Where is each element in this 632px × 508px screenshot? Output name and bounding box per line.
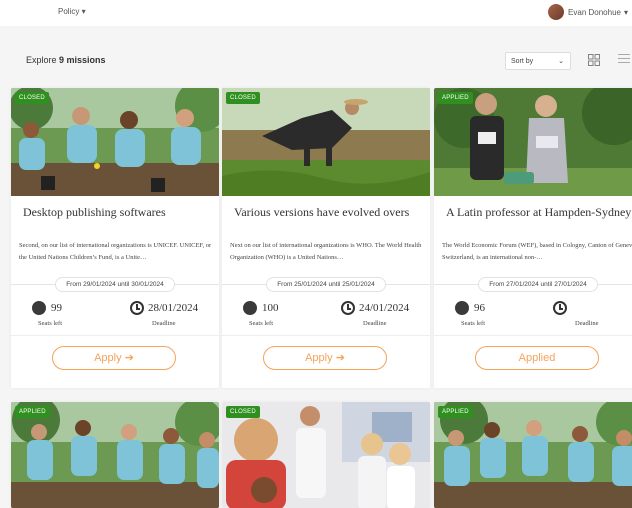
deadline-date: 28/01/2024 — [148, 302, 199, 314]
seats-label: Seats left — [38, 320, 63, 327]
sort-label: Sort by — [511, 58, 534, 65]
arrow-right-icon: ➔ — [124, 352, 134, 364]
date-range: From 25/01/2024 until 25/01/2024 — [266, 277, 386, 292]
mission-card[interactable]: CLOSED Various versions have evolved ove… — [222, 88, 430, 388]
apply-label: Apply — [305, 352, 333, 364]
mission-title[interactable]: Various versions have evolved overs — [234, 205, 424, 220]
policy-label: Policy — [58, 7, 80, 16]
sort-select[interactable]: Sort by ⌄ — [505, 52, 571, 70]
seats-label: Seats left — [461, 320, 486, 327]
seats-count: 99 — [51, 302, 62, 314]
applied-button[interactable]: Applied — [475, 346, 599, 370]
user-icon — [455, 301, 469, 315]
mission-description: The World Economic Forum (WEF), based in… — [442, 242, 632, 261]
mission-description: Next on our list of international organi… — [230, 242, 422, 261]
date-range: From 29/01/2024 until 30/01/2024 — [55, 277, 175, 292]
avatar[interactable] — [548, 4, 565, 20]
mission-title[interactable]: A Latin professor at Hampden-Sydney — [446, 205, 632, 220]
chevron-down-icon: ▾ — [81, 7, 86, 16]
date-range: From 27/01/2024 until 27/01/2024 — [478, 277, 598, 292]
list-view-icon[interactable] — [618, 54, 630, 66]
mission-image — [434, 88, 632, 196]
seats-count: 100 — [262, 302, 279, 314]
divider — [222, 335, 430, 336]
mission-card[interactable]: APPLIED — [11, 402, 219, 508]
apply-button[interactable]: Apply ➔ — [52, 346, 176, 370]
apply-button[interactable]: Apply ➔ — [263, 346, 387, 370]
deadline-label: Deadline — [152, 320, 176, 327]
user-name: Evan Donohue — [568, 7, 621, 17]
seats-label: Seats left — [249, 320, 274, 327]
clock-icon — [130, 301, 144, 315]
mission-count: 9 missions — [59, 55, 106, 65]
explore-prefix: Explore — [26, 55, 57, 65]
status-badge: APPLIED — [15, 406, 50, 418]
apply-label: Apply — [94, 352, 122, 364]
explore-heading: Explore 9 missions — [26, 55, 106, 65]
status-badge: CLOSED — [226, 92, 260, 104]
arrow-right-icon: ➔ — [335, 352, 345, 364]
grid-view-icon[interactable] — [588, 54, 600, 66]
mission-image — [222, 88, 430, 196]
mission-image — [11, 88, 219, 196]
status-badge: APPLIED — [438, 406, 473, 418]
user-menu[interactable]: Evan Donohue ▾ — [548, 4, 628, 20]
user-icon — [243, 301, 257, 315]
mission-card[interactable]: CLOSED — [222, 402, 430, 508]
deadline-date: 24/01/2024 — [359, 302, 410, 314]
user-icon — [32, 301, 46, 315]
mission-title[interactable]: Desktop publishing softwares — [23, 205, 213, 220]
deadline-label: Deadline — [575, 320, 599, 327]
chevron-down-icon: ⌄ — [558, 58, 564, 65]
clock-icon — [341, 301, 355, 315]
mission-card[interactable]: CLOSED Desktop publishing softwares Seco… — [11, 88, 219, 388]
mission-card[interactable]: APPLIED A Latin professor at Hampden-Syd… — [434, 88, 632, 388]
mission-card[interactable]: APPLIED — [434, 402, 632, 508]
deadline-label: Deadline — [363, 320, 387, 327]
seats-count: 96 — [474, 302, 485, 314]
status-badge: APPLIED — [438, 92, 473, 104]
status-badge: CLOSED — [15, 92, 49, 104]
divider — [434, 335, 632, 336]
chevron-down-icon: ▾ — [623, 7, 628, 17]
policy-menu[interactable]: Policy ▾ — [58, 7, 86, 16]
divider — [11, 335, 219, 336]
apply-label: Applied — [518, 352, 556, 364]
status-badge: CLOSED — [226, 406, 260, 418]
top-bar: Policy ▾ Evan Donohue ▾ — [0, 0, 632, 26]
mission-description: Second, on our list of international org… — [19, 242, 212, 261]
clock-icon — [553, 301, 567, 315]
